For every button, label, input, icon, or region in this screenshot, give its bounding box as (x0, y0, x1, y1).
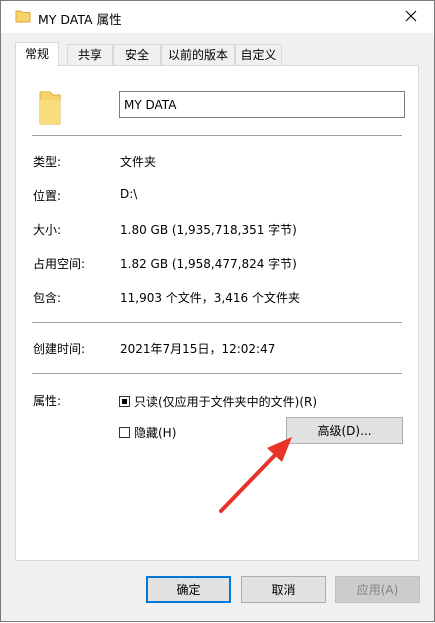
general-panel: 类型: 文件夹 位置: D:\ 大小: 1.80 GB (1,935,718,3… (15, 65, 419, 561)
tab-sharing[interactable]: 共享 (67, 44, 113, 65)
checkbox-indeterminate-icon (119, 396, 130, 407)
ok-button[interactable]: 确定 (146, 576, 231, 603)
apply-button[interactable]: 应用(A) (335, 576, 420, 603)
contains-label: 包含: (33, 291, 62, 305)
separator (32, 135, 402, 136)
size-on-disk-value: 1.82 GB (1,958,477,824 字节) (120, 257, 297, 271)
size-label: 大小: (33, 223, 62, 237)
tab-general[interactable]: 常规 (15, 42, 59, 66)
size-on-disk-label: 占用空间: (33, 257, 86, 271)
type-label: 类型: (33, 155, 62, 169)
cancel-button[interactable]: 取消 (241, 576, 326, 603)
advanced-button[interactable]: 高级(D)... (286, 417, 403, 444)
close-button[interactable] (388, 1, 434, 33)
folder-name-input[interactable] (119, 91, 405, 118)
contains-value: 11,903 个文件，3,416 个文件夹 (120, 291, 300, 305)
folder-icon (15, 9, 31, 26)
type-value: 文件夹 (120, 155, 157, 169)
separator (32, 322, 402, 323)
readonly-checkbox[interactable]: 只读(仅应用于文件夹中的文件)(R) (119, 393, 317, 410)
window-title: MY DATA 属性 (38, 12, 122, 27)
hidden-label: 隐藏(H) (134, 426, 177, 440)
title-bar: MY DATA 属性 (1, 1, 434, 33)
tab-previous-versions[interactable]: 以前的版本 (161, 44, 235, 65)
location-label: 位置: (33, 189, 62, 203)
hidden-checkbox[interactable]: 隐藏(H) (119, 424, 176, 441)
readonly-label: 只读(仅应用于文件夹中的文件)(R) (134, 395, 318, 409)
location-value: D:\ (120, 187, 138, 201)
checkbox-unchecked-icon (119, 427, 130, 438)
close-icon (405, 10, 417, 25)
tab-security[interactable]: 安全 (113, 44, 161, 65)
folder-large-icon (38, 86, 62, 129)
attributes-label: 属性: (33, 394, 62, 408)
created-value: 2021年7月15日，12:02:47 (120, 342, 276, 356)
properties-window: MY DATA 属性 常规 共享 安全 以前的版本 自定义 类型: 文件夹 位置… (0, 0, 435, 622)
created-label: 创建时间: (33, 342, 86, 356)
tab-customize[interactable]: 自定义 (235, 44, 282, 65)
separator (32, 373, 402, 374)
size-value: 1.80 GB (1,935,718,351 字节) (120, 223, 297, 237)
